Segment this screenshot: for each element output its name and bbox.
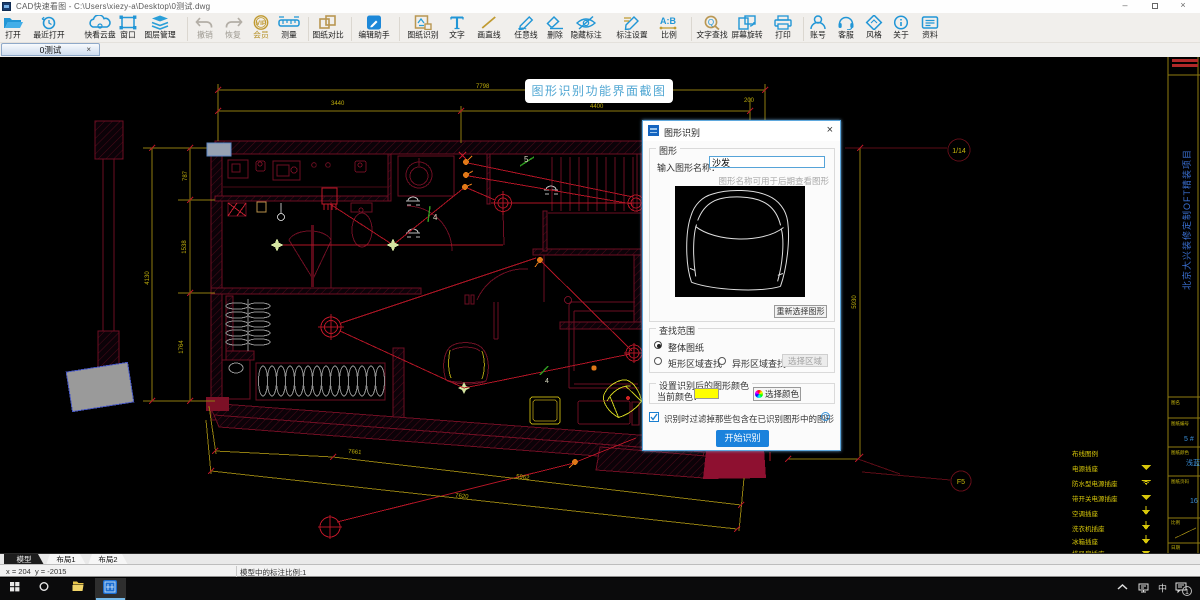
svg-text:电源插座: 电源插座 [1072, 464, 1099, 473]
svg-text:5930: 5930 [852, 295, 858, 309]
svg-text:带开关电源插座: 带开关电源插座 [1072, 494, 1118, 503]
svg-text:16: 16 [1190, 498, 1198, 505]
svg-text:5 #: 5 # [1184, 436, 1194, 443]
svg-text:图名: 图名 [1171, 399, 1180, 406]
svg-text:200: 200 [744, 98, 755, 104]
svg-text:3440: 3440 [331, 101, 345, 107]
svg-text:防水型电源插座: 防水型电源插座 [1072, 479, 1118, 488]
svg-text:5: 5 [524, 155, 529, 164]
svg-text:日期: 日期 [1171, 545, 1180, 551]
svg-text:4130: 4130 [145, 271, 151, 285]
svg-text:1: 1 [1185, 589, 1189, 596]
svg-text:7620: 7620 [455, 493, 470, 500]
svg-text:图纸颜色: 图纸颜色 [1171, 449, 1189, 456]
svg-text:1538: 1538 [182, 240, 188, 254]
svg-text:7798: 7798 [476, 84, 490, 90]
svg-text:布线图例: 布线图例 [1072, 449, 1098, 458]
svg-text:空调插座: 空调插座 [1072, 509, 1099, 518]
svg-text:图纸页码: 图纸页码 [1171, 478, 1189, 485]
svg-text:4: 4 [545, 378, 549, 385]
svg-text:A:B: A:B [660, 16, 676, 26]
svg-text:洗衣机插座: 洗衣机插座 [1072, 524, 1105, 533]
svg-text:浅蓝: 浅蓝 [1186, 458, 1200, 467]
svg-text:4: 4 [433, 213, 438, 222]
svg-text:比例: 比例 [1171, 519, 1180, 526]
svg-text:1/14: 1/14 [952, 148, 966, 155]
svg-text:5962: 5962 [516, 474, 531, 482]
svg-text:4400: 4400 [590, 104, 604, 110]
svg-text:Q: Q [708, 18, 714, 27]
svg-text:冰箱插座: 冰箱插座 [1072, 537, 1099, 546]
svg-text:图纸编号: 图纸编号 [1171, 420, 1189, 427]
svg-text:F5: F5 [957, 479, 965, 486]
svg-text:VIP: VIP [256, 20, 267, 27]
svg-text:7661: 7661 [348, 449, 362, 456]
svg-text:北京大兴装修定制OFT精装项目: 北京大兴装修定制OFT精装项目 [1181, 149, 1192, 290]
svg-text:中: 中 [1158, 583, 1167, 594]
svg-text:787: 787 [183, 170, 189, 181]
svg-text:1764: 1764 [179, 340, 185, 354]
